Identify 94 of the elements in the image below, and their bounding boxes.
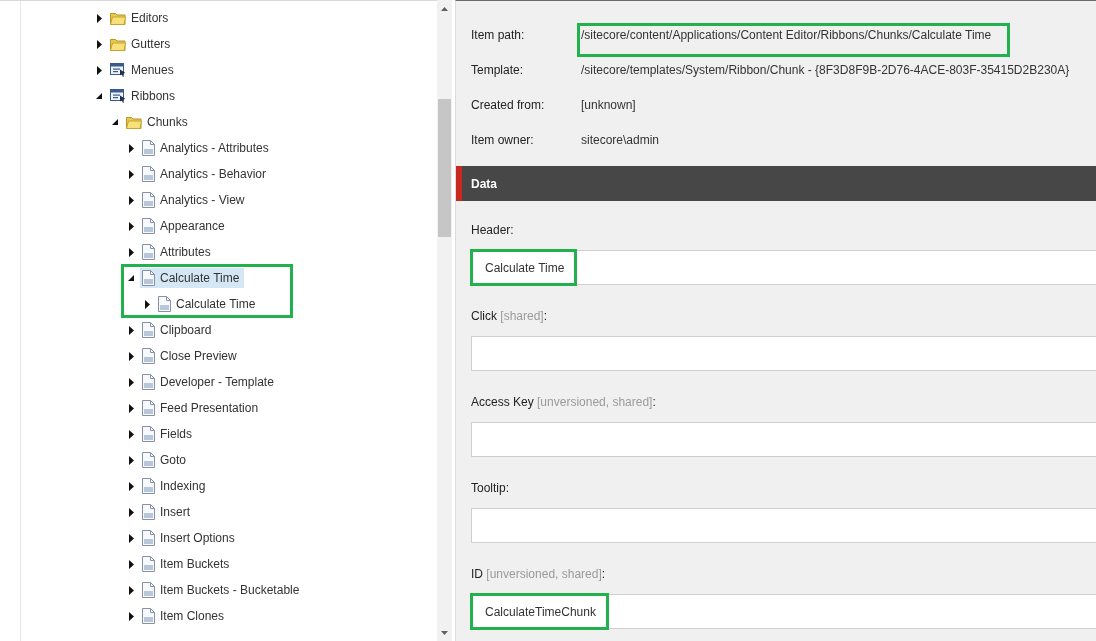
tree-item[interactable]: Feed Presentation xyxy=(140,398,264,418)
folder-icon xyxy=(110,37,126,51)
expand-arrow-icon[interactable] xyxy=(128,403,134,413)
document-icon xyxy=(142,322,155,338)
tree-item[interactable]: Indexing xyxy=(140,476,211,496)
expand-arrow-icon[interactable] xyxy=(128,585,134,595)
info-value: /sitecore/templates/System/Ribbon/Chunk - {8F3D8F9B-2D76-4ACE-803F-35415D2B230A} xyxy=(581,62,1070,77)
expand-arrow-icon[interactable] xyxy=(128,247,134,257)
field-label: ID [unversioned, shared]: xyxy=(471,566,607,582)
document-icon xyxy=(142,478,155,494)
expand-arrow-icon[interactable] xyxy=(128,221,134,231)
expand-arrow-icon[interactable] xyxy=(128,351,134,361)
tree-item[interactable]: Clipboard xyxy=(140,320,217,340)
field-label: Click [shared]: xyxy=(471,308,549,324)
folder-icon xyxy=(110,11,126,25)
expand-arrow-icon[interactable] xyxy=(128,429,134,439)
collapse-arrow-icon[interactable] xyxy=(112,119,118,125)
expand-arrow-icon[interactable] xyxy=(128,481,134,491)
expand-arrow-icon[interactable] xyxy=(96,65,102,75)
document-icon xyxy=(142,608,155,624)
input-field[interactable] xyxy=(471,336,1096,371)
menu-panel-icon xyxy=(110,63,126,77)
tree-item[interactable]: Chunks xyxy=(124,112,193,132)
tree-item[interactable]: Close Preview xyxy=(140,346,242,366)
document-icon xyxy=(142,374,155,390)
info-label: Item path: xyxy=(471,27,526,42)
tree-item[interactable]: Analytics - View xyxy=(140,190,250,210)
document-icon xyxy=(142,140,155,156)
document-icon xyxy=(142,244,155,260)
document-icon xyxy=(142,270,155,286)
document-icon xyxy=(142,348,155,364)
info-label: Created from: xyxy=(471,97,546,112)
field-label: Tooltip: xyxy=(471,480,511,496)
expand-arrow-icon[interactable] xyxy=(128,507,134,517)
document-icon xyxy=(142,218,155,234)
info-value: /sitecore/content/Applications/Content Editor/Ribbons/Chunks/Calculate Time xyxy=(581,27,992,42)
input-field[interactable]: CalculateTimeChunk xyxy=(471,594,1096,629)
folder-icon xyxy=(126,115,142,129)
document-icon xyxy=(142,504,155,520)
tree-item[interactable]: Fields xyxy=(140,424,197,444)
tree-item[interactable]: Ribbons xyxy=(108,86,181,106)
expand-arrow-icon[interactable] xyxy=(144,299,150,309)
field-label: Access Key [unversioned, shared]: xyxy=(471,394,657,410)
input-field[interactable] xyxy=(471,508,1096,543)
document-icon xyxy=(142,452,155,468)
tree-item[interactable]: Menues xyxy=(108,60,179,80)
info-label: Item owner: xyxy=(471,132,535,147)
tree-item[interactable]: Editors xyxy=(108,8,174,28)
tree-item[interactable]: Goto xyxy=(140,450,191,470)
info-value: sitecore\admin xyxy=(581,132,660,147)
expand-arrow-icon[interactable] xyxy=(96,13,102,23)
document-icon xyxy=(142,400,155,416)
field-label: Header: xyxy=(471,222,515,238)
expand-arrow-icon[interactable] xyxy=(128,377,134,387)
document-icon xyxy=(142,556,155,572)
tree-item[interactable]: Developer - Template xyxy=(140,372,279,392)
info-label: Template: xyxy=(471,62,525,77)
expand-arrow-icon[interactable] xyxy=(128,559,134,569)
collapse-arrow-icon[interactable] xyxy=(96,93,102,99)
tree-item[interactable]: Item Buckets xyxy=(140,554,235,574)
tree-item[interactable]: Appearance xyxy=(140,216,230,236)
info-value: [unknown] xyxy=(581,97,636,112)
scroll-down-icon[interactable] xyxy=(441,630,448,635)
document-icon xyxy=(142,166,155,182)
tree-item[interactable]: Calculate Time xyxy=(140,268,245,288)
tree-item[interactable]: Insert xyxy=(140,502,195,522)
expand-arrow-icon[interactable] xyxy=(96,39,102,49)
expand-arrow-icon[interactable] xyxy=(128,611,134,621)
menu-panel-icon xyxy=(110,89,126,103)
tree-item[interactable]: Insert Options xyxy=(140,528,240,548)
tree-item[interactable]: Calculate Time xyxy=(156,294,261,314)
input-field[interactable]: Calculate Time xyxy=(471,250,1096,285)
tree-item[interactable]: Item Buckets - Bucketable xyxy=(140,580,305,600)
document-icon xyxy=(142,192,155,208)
expand-arrow-icon[interactable] xyxy=(128,143,134,153)
tree-item[interactable]: Analytics - Attributes xyxy=(140,138,274,158)
expand-arrow-icon[interactable] xyxy=(128,169,134,179)
section-header[interactable]: Data xyxy=(456,166,1096,201)
tree-item[interactable]: Gutters xyxy=(108,34,176,54)
expand-arrow-icon[interactable] xyxy=(128,455,134,465)
tree-item[interactable]: Analytics - Behavior xyxy=(140,164,272,184)
document-icon xyxy=(158,296,171,312)
expand-arrow-icon[interactable] xyxy=(128,325,134,335)
scroll-up-icon[interactable] xyxy=(441,6,448,11)
document-icon xyxy=(142,530,155,546)
collapse-arrow-icon[interactable] xyxy=(128,275,134,281)
document-icon xyxy=(142,426,155,442)
tree-item[interactable]: Item Clones xyxy=(140,606,230,626)
tree-item[interactable]: Attributes xyxy=(140,242,216,262)
document-icon xyxy=(142,582,155,598)
scrollbar-thumb[interactable] xyxy=(438,99,451,237)
input-field[interactable] xyxy=(471,422,1096,457)
expand-arrow-icon[interactable] xyxy=(128,195,134,205)
expand-arrow-icon[interactable] xyxy=(128,533,134,543)
